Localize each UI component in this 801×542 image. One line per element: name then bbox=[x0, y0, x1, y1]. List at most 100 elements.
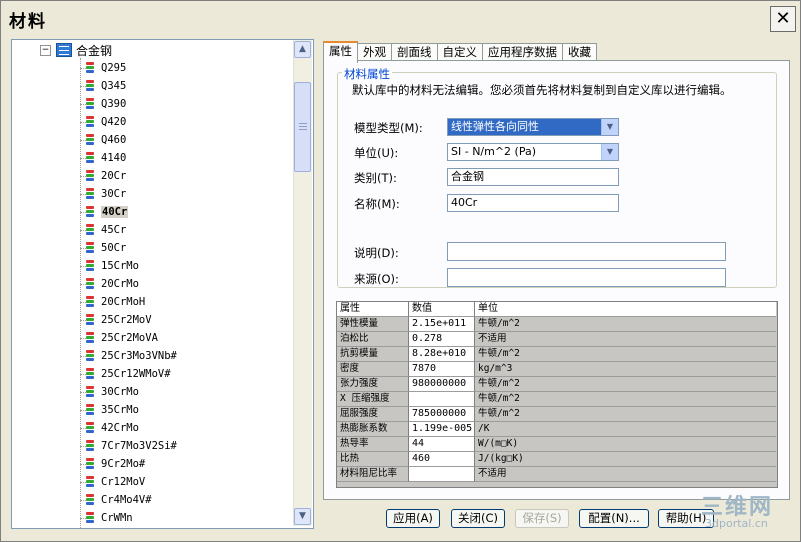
source-field[interactable] bbox=[447, 268, 726, 287]
apply-button[interactable]: 应用(A) bbox=[386, 509, 440, 528]
tab-0[interactable]: 属性 bbox=[323, 41, 358, 63]
header-value: 数值 bbox=[409, 302, 475, 317]
tree-item-label: 25Cr3Mo3VNb# bbox=[101, 350, 177, 362]
tree-item-label: Cr12MoV bbox=[101, 476, 146, 488]
tree-item[interactable]: 7Cr7Mo3V2Si# bbox=[86, 438, 177, 454]
tree-item[interactable]: Q295 bbox=[86, 60, 126, 76]
units-select[interactable]: SI - N/m^2 (Pa) ▼ bbox=[447, 143, 619, 161]
material-icon bbox=[86, 349, 94, 363]
material-icon bbox=[86, 169, 94, 183]
table-body: 弹性模量 2.15e+011 牛顿/m^2 泊松比 0.278 不适用 抗剪模量 8.28e+… bbox=[337, 317, 777, 482]
category-field[interactable]: 合金钢 bbox=[447, 168, 619, 186]
table-row: 热导率 44 W/(m□K) bbox=[337, 437, 777, 452]
tree-item[interactable]: 45Cr bbox=[86, 222, 126, 238]
tab-1[interactable]: 外观 bbox=[357, 43, 392, 61]
tree-item-label: CrWMn bbox=[101, 512, 133, 524]
property-cell: 比热 bbox=[337, 452, 409, 467]
material-icon bbox=[86, 475, 94, 489]
tree-item-label: 40Cr bbox=[101, 206, 129, 218]
tree-item[interactable]: Q420 bbox=[86, 114, 126, 130]
material-icon bbox=[86, 331, 94, 345]
unit-cell: J/(kg□K) bbox=[475, 452, 776, 467]
material-icon bbox=[86, 421, 94, 435]
material-tree[interactable]: − 合金钢 Q295 Q345 Q390 Q420 Q460 4140 20Cr 30Cr 40… bbox=[11, 39, 314, 529]
tree-item[interactable]: 30CrMo bbox=[86, 384, 139, 400]
description-field[interactable] bbox=[447, 242, 726, 261]
value-cell: 8.28e+010 bbox=[409, 347, 475, 362]
table-row: 屈服强度 785000000 牛顿/m^2 bbox=[337, 407, 777, 422]
tree-item[interactable]: 25Cr3Mo3VNb# bbox=[86, 348, 177, 364]
config-button[interactable]: 配置(N)... bbox=[579, 509, 649, 528]
window-title: 材料 bbox=[9, 12, 47, 32]
name-label: 名称(M): bbox=[354, 197, 400, 211]
tree-item-label: Q295 bbox=[101, 62, 127, 74]
property-cell: 密度 bbox=[337, 362, 409, 377]
chevron-down-icon[interactable]: ▼ bbox=[601, 144, 618, 160]
tree-item[interactable]: 15CrMo bbox=[86, 258, 139, 274]
scroll-up-icon[interactable]: ▲ bbox=[294, 41, 311, 58]
material-icon bbox=[86, 385, 94, 399]
category-label: 类别(T): bbox=[354, 171, 397, 185]
chevron-down-icon[interactable]: ▼ bbox=[601, 119, 618, 135]
tree-item[interactable]: Cr12MoV bbox=[86, 474, 145, 490]
tree-item[interactable]: 20Cr bbox=[86, 168, 126, 184]
tree-item[interactable]: Cr4Mo4V# bbox=[86, 492, 152, 508]
tree-item[interactable]: 40Cr bbox=[86, 204, 129, 220]
tree-item[interactable]: Q345 bbox=[86, 78, 126, 94]
tree-item-label: 15CrMo bbox=[101, 260, 139, 272]
material-icon bbox=[86, 493, 94, 507]
unit-cell: 牛顿/m^2 bbox=[475, 377, 776, 392]
tab-4[interactable]: 应用程序数据 bbox=[482, 43, 563, 61]
units-value: SI - N/m^2 (Pa) bbox=[451, 145, 537, 158]
scroll-down-icon[interactable]: ▼ bbox=[294, 508, 311, 525]
tree-item[interactable]: 9Cr2Mo# bbox=[86, 456, 145, 472]
tab-5[interactable]: 收藏 bbox=[562, 43, 597, 61]
collapse-icon[interactable]: − bbox=[40, 45, 51, 56]
unit-cell: W/(m□K) bbox=[475, 437, 776, 452]
property-cell: 抗剪模量 bbox=[337, 347, 409, 362]
property-cell: 弹性模量 bbox=[337, 317, 409, 332]
material-icon bbox=[86, 511, 94, 525]
material-icon bbox=[86, 277, 94, 291]
tree-item[interactable]: 25Cr2MoVA bbox=[86, 330, 158, 346]
property-cell: 热导率 bbox=[337, 437, 409, 452]
close-icon[interactable]: ✕ bbox=[770, 6, 796, 32]
tree-item[interactable]: 25Cr12WMoV# bbox=[86, 366, 171, 382]
unit-cell: 不适用 bbox=[475, 467, 776, 482]
tree-item[interactable]: 4140 bbox=[86, 150, 126, 166]
table-row: X 压缩强度 牛顿/m^2 bbox=[337, 392, 777, 407]
save-button[interactable]: 保存(S) bbox=[515, 509, 569, 528]
tree-item[interactable]: 50Cr bbox=[86, 240, 126, 256]
tree-item[interactable]: Q390 bbox=[86, 96, 126, 112]
group-title: 材料属性 bbox=[342, 66, 392, 82]
tree-item[interactable]: 35CrMo bbox=[86, 402, 139, 418]
tree-item[interactable]: Q460 bbox=[86, 132, 126, 148]
tab-2[interactable]: 剖面线 bbox=[391, 43, 438, 61]
name-field[interactable]: 40Cr bbox=[447, 194, 619, 212]
table-row: 材料阻尼比率 不适用 bbox=[337, 467, 777, 482]
tree-item-label: 35CrMo bbox=[101, 404, 139, 416]
library-folder-icon bbox=[56, 43, 72, 57]
tree-item[interactable]: CrWMn bbox=[86, 510, 133, 526]
tree-list: − 合金钢 Q295 Q345 Q390 Q420 Q460 4140 20Cr 30Cr 40… bbox=[12, 40, 294, 528]
tree-scrollbar[interactable]: ▲ ▼ bbox=[293, 40, 312, 526]
close-button[interactable]: 关闭(C) bbox=[451, 509, 505, 528]
tree-item[interactable]: 20CrMo bbox=[86, 276, 139, 292]
tree-item-label: 25Cr2MoV bbox=[101, 314, 152, 326]
material-icon bbox=[86, 241, 94, 255]
material-icon bbox=[86, 61, 94, 75]
tree-root-alloy-steel[interactable]: − 合金钢 bbox=[40, 42, 112, 58]
tree-item-label: 42CrMo bbox=[101, 422, 139, 434]
tree-item[interactable]: 42CrMo bbox=[86, 420, 139, 436]
tree-item[interactable]: 20CrMoH bbox=[86, 294, 145, 310]
scroll-thumb[interactable] bbox=[294, 82, 311, 172]
unit-cell: 牛顿/m^2 bbox=[475, 407, 776, 422]
tree-item[interactable]: 25Cr2MoV bbox=[86, 312, 152, 328]
tree-item-label: Q390 bbox=[101, 98, 127, 110]
table-header: 属性 数值 单位 bbox=[337, 302, 777, 317]
material-icon bbox=[86, 223, 94, 237]
property-cell: 热膨胀系数 bbox=[337, 422, 409, 437]
model-type-select[interactable]: 线性弹性各向同性 ▼ bbox=[447, 118, 619, 136]
tab-3[interactable]: 自定义 bbox=[436, 43, 483, 61]
tree-item[interactable]: 30Cr bbox=[86, 186, 126, 202]
